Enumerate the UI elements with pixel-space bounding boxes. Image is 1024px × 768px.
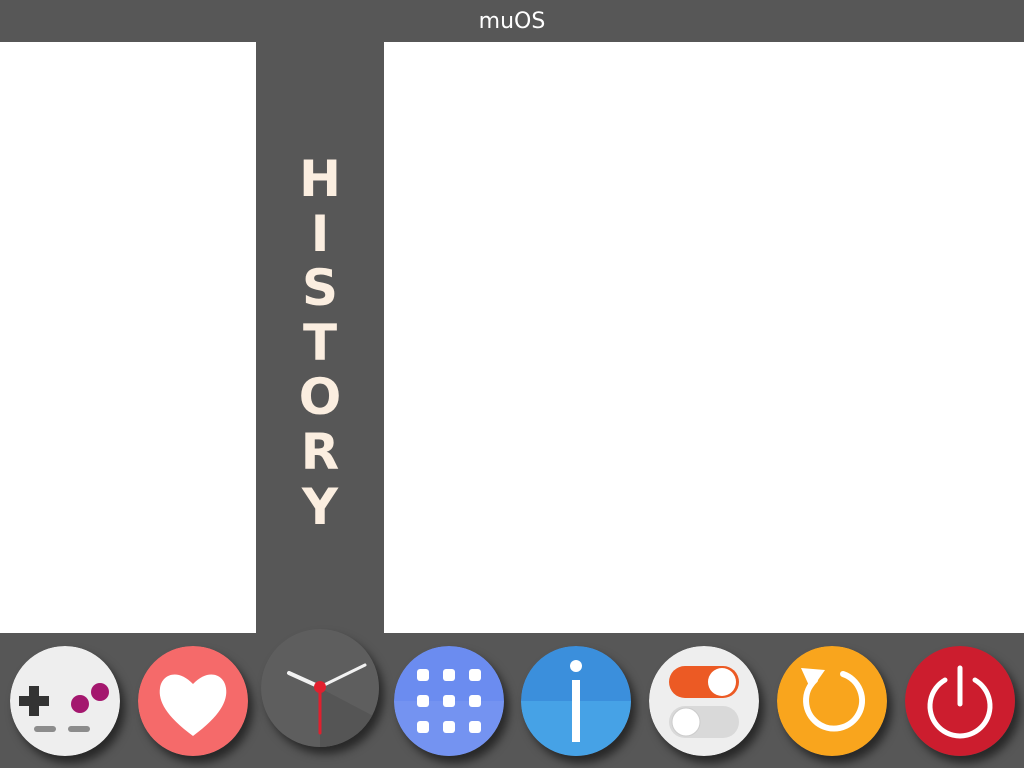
dock-favourites-button[interactable] [138,646,248,756]
dock-config-button[interactable] [649,646,759,756]
info-icon [521,646,631,756]
section-label-letter: H [299,150,341,208]
left-content-panel [0,42,256,633]
heart-icon [138,646,248,756]
section-label-letter: I [310,204,330,263]
preview-panel [384,42,1024,633]
section-label-letter: S [301,259,338,318]
section-label-letter: T [302,313,338,372]
gamepad-icon [10,646,120,756]
grid-icon [394,646,504,756]
dock-apps-button[interactable] [394,646,504,756]
refresh-icon [777,646,887,756]
clock-icon [261,629,379,747]
bottom-dock [0,629,1024,768]
dock-shutdown-button[interactable] [905,646,1015,756]
section-label-letter: R [300,422,340,481]
section-label: HISTORY [256,152,384,534]
dock-info-button[interactable] [521,646,631,756]
dock-reboot-button[interactable] [777,646,887,756]
power-icon [905,646,1015,756]
top-bar: muOS [0,0,1024,42]
dock-history-button[interactable] [261,629,379,747]
toggle-icon [649,646,759,756]
app-title: muOS [478,8,546,34]
section-label-strip: HISTORY [256,42,384,633]
dock-explore-button[interactable] [10,646,120,756]
section-label-letter: Y [301,477,339,536]
section-label-letter: O [298,368,342,427]
